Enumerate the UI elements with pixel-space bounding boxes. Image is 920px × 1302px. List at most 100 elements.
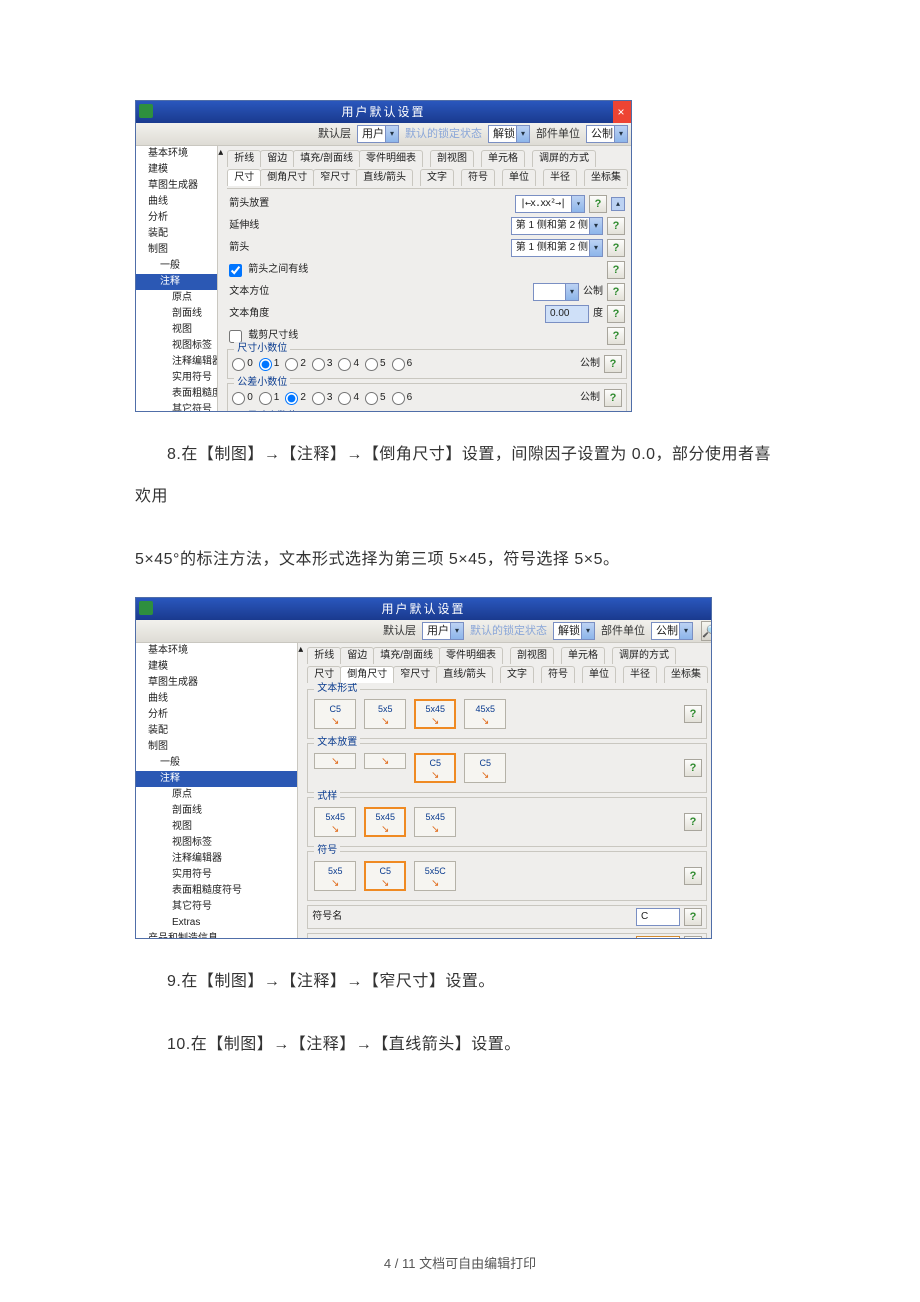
tree-item[interactable]: 视图 (136, 322, 217, 338)
tree-item[interactable]: 其它符号 (136, 402, 217, 412)
tab[interactable]: 尺寸 (307, 666, 341, 683)
radio-option[interactable]: 0 (232, 391, 253, 405)
sidebar-tree[interactable]: 基本环境建模草图生成器曲线分析装配制图一般注释原点剖面线视图视图标签注释编辑器实… (136, 146, 218, 412)
tree-item[interactable]: 装配 (136, 226, 217, 242)
tree-item[interactable]: 草图生成器 (136, 675, 297, 691)
tab[interactable]: 留边 (260, 150, 294, 167)
help-icon[interactable]: ? (684, 908, 702, 926)
option-chip[interactable]: 5x45↘ (414, 807, 456, 837)
option-chip[interactable]: C5↘ (314, 699, 356, 729)
tree-item[interactable]: 制图 (136, 739, 297, 755)
tab[interactable]: 文字 (420, 169, 454, 186)
option-chip[interactable]: C5↘ (414, 753, 456, 783)
tree-item[interactable]: 注释 (136, 274, 217, 290)
option-chip[interactable]: 5x5↘ (364, 699, 406, 729)
help-icon[interactable]: ? (684, 759, 702, 777)
option-chip[interactable]: 5x5C↘ (414, 861, 456, 891)
tb-user-select[interactable]: 用户 (357, 125, 399, 143)
tree-item[interactable]: 制图 (136, 242, 217, 258)
radio-option[interactable]: 1 (259, 357, 280, 371)
tree-item[interactable]: 实用符号 (136, 867, 297, 883)
help-icon[interactable]: ? (684, 867, 702, 885)
tb-unit-select[interactable]: 公制 (651, 622, 693, 640)
tab[interactable]: 符号 (541, 666, 575, 683)
tree-item[interactable]: 曲线 (136, 691, 297, 707)
tree-item[interactable]: 注释编辑器 (136, 354, 217, 370)
arrow-select[interactable]: 第 1 侧和第 2 侧 (511, 239, 603, 257)
gap-checkbox[interactable] (229, 264, 242, 277)
tab[interactable]: 直线/箭头 (356, 169, 413, 186)
tree-item[interactable]: 分析 (136, 707, 297, 723)
help-icon[interactable]: ? (607, 261, 625, 279)
tree-item[interactable]: 剖面线 (136, 803, 297, 819)
tab[interactable]: 填充/剖面线 (373, 647, 440, 664)
text-angle-input[interactable]: 0.00 (545, 305, 589, 323)
symbol-name-input[interactable]: C (636, 908, 680, 926)
tab[interactable]: 坐标集 (664, 666, 708, 683)
tab[interactable]: 剖视图 (430, 150, 474, 167)
radio-option[interactable]: 4 (338, 357, 359, 371)
radio-option[interactable]: 2 (285, 391, 306, 405)
tree-item[interactable]: 建模 (136, 162, 217, 178)
tree-item[interactable]: 表面粗糙度符号 (136, 386, 217, 402)
tab[interactable]: 折线 (227, 150, 261, 167)
tree-item[interactable]: 装配 (136, 723, 297, 739)
tree-item[interactable]: 基本环境 (136, 146, 217, 162)
tab[interactable]: 窄尺寸 (393, 666, 437, 683)
tab[interactable]: 零件明细表 (359, 150, 423, 167)
radio-option[interactable]: 2 (285, 357, 306, 371)
tree-item[interactable]: 表面粗糙度符号 (136, 883, 297, 899)
option-chip[interactable]: C5↘ (464, 753, 506, 783)
tree-item[interactable]: 草图生成器 (136, 178, 217, 194)
sidebar-tree[interactable]: 基本环境建模草图生成器曲线分析装配制图一般注释原点剖面线视图视图标签注释编辑器实… (136, 643, 298, 939)
close-icon[interactable]: × (613, 101, 631, 123)
tree-item[interactable]: 原点 (136, 290, 217, 306)
help-icon[interactable]: ? (684, 813, 702, 831)
gap-factor-input[interactable]: 0.0 (636, 936, 680, 939)
binoculars-icon[interactable]: 🔎 (701, 621, 712, 641)
tree-item[interactable]: 剖面线 (136, 306, 217, 322)
radio-option[interactable]: 6 (392, 357, 413, 371)
radio-option[interactable]: 0 (232, 357, 253, 371)
tab[interactable]: 倒角尺寸 (340, 666, 394, 683)
tab[interactable]: 单元格 (561, 647, 605, 664)
radio-option[interactable]: 3 (312, 391, 333, 405)
help-icon[interactable]: ? (604, 389, 622, 407)
tab[interactable]: 单位 (502, 169, 536, 186)
tb-unlock-select[interactable]: 解锁 (488, 125, 530, 143)
tab[interactable]: 填充/剖面线 (293, 150, 360, 167)
tree-item[interactable]: 曲线 (136, 194, 217, 210)
help-icon[interactable]: ? (607, 305, 625, 323)
tab[interactable]: 单元格 (481, 150, 525, 167)
tree-item[interactable]: 产品和制造信息 (136, 931, 297, 939)
help-icon[interactable]: ? (684, 705, 702, 723)
tab[interactable]: 坐标集 (584, 169, 628, 186)
tree-item[interactable]: 建模 (136, 659, 297, 675)
tree-item[interactable]: 其它符号 (136, 899, 297, 915)
tab[interactable]: 倒角尺寸 (260, 169, 314, 186)
tab[interactable]: 调屏的方式 (532, 150, 596, 167)
tab[interactable]: 零件明细表 (439, 647, 503, 664)
option-chip[interactable]: 45x5↘ (464, 699, 506, 729)
help-icon[interactable]: ? (607, 283, 625, 301)
option-chip[interactable]: 5x45↘ (364, 807, 406, 837)
tree-item[interactable]: 基本环境 (136, 643, 297, 659)
tree-item[interactable]: 原点 (136, 787, 297, 803)
help-icon[interactable]: ? (607, 217, 625, 235)
radio-option[interactable]: 1 (259, 391, 280, 405)
tab[interactable]: 单位 (582, 666, 616, 683)
tree-item[interactable]: 注释 (136, 771, 297, 787)
tree-item[interactable]: 一般 (136, 755, 297, 771)
tab[interactable]: 剖视图 (510, 647, 554, 664)
help-icon[interactable]: ? (607, 327, 625, 345)
tb-unlock-select[interactable]: 解锁 (553, 622, 595, 640)
option-chip[interactable]: ↘ (364, 753, 406, 769)
tree-item[interactable]: 一般 (136, 258, 217, 274)
radio-option[interactable]: 3 (312, 357, 333, 371)
tree-item[interactable]: 分析 (136, 210, 217, 226)
tb-unit-select[interactable]: 公制 (586, 125, 628, 143)
tree-item[interactable]: 视图 (136, 819, 297, 835)
option-chip[interactable]: 5x45↘ (414, 699, 456, 729)
tree-item[interactable]: 注释编辑器 (136, 851, 297, 867)
text-dir-select[interactable] (533, 283, 579, 301)
